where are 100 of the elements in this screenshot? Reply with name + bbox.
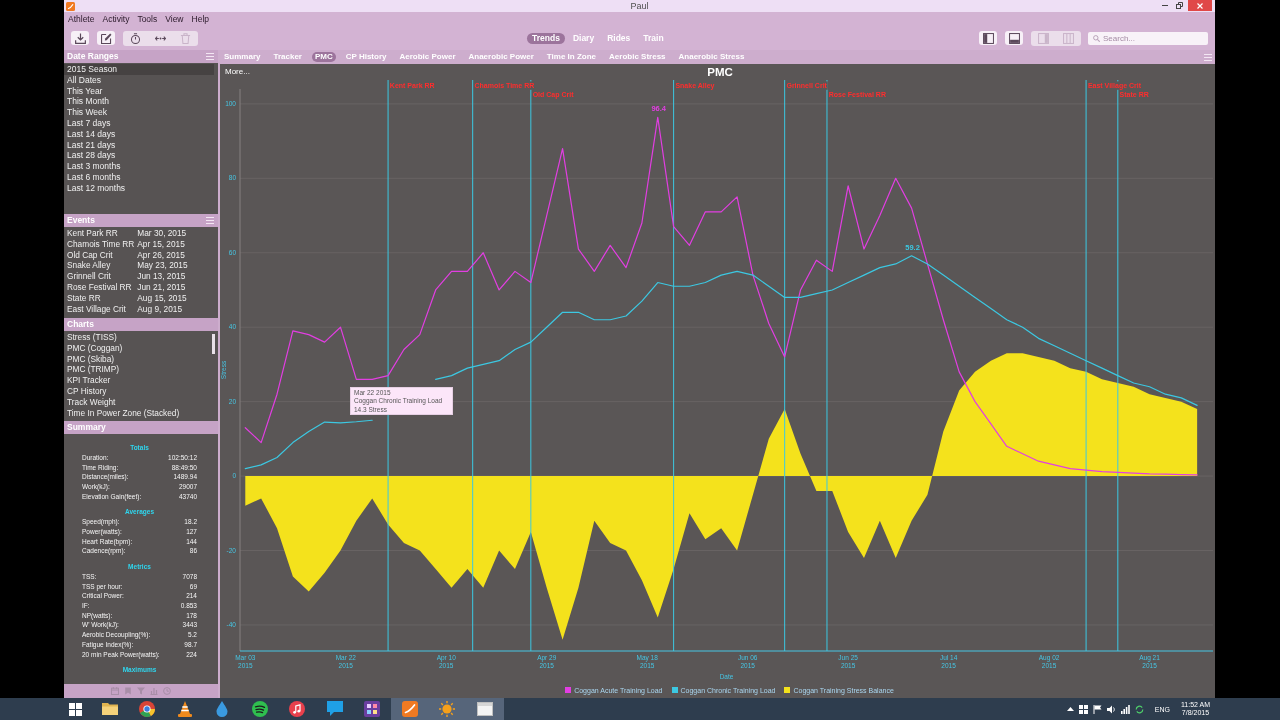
clock-icon [163, 687, 171, 695]
chart-list-item[interactable]: PMC (Skiba) [67, 353, 115, 365]
chart-list-item[interactable]: Track Weight [67, 396, 116, 408]
close-icon [1197, 2, 1203, 9]
edit-button[interactable] [97, 31, 115, 45]
event-date: Mar 30, 2015 [137, 228, 188, 239]
caret-up-icon [1066, 707, 1074, 711]
event-date: Apr 15, 2015 [137, 238, 186, 250]
flag-icon [1092, 704, 1102, 714]
app-icon [66, 1, 75, 11]
menu-item[interactable]: Athlete [64, 13, 99, 25]
date-range-item[interactable]: Last 12 months [64, 182, 214, 194]
four-panes-icon [69, 702, 82, 716]
menu-icon [1204, 53, 1212, 61]
date-range-item[interactable]: This Week [64, 107, 214, 118]
chart-list-item[interactable]: CP History [67, 386, 107, 397]
chat-bubble-icon [326, 701, 343, 717]
signal-icon [1120, 704, 1130, 714]
search-icon [1093, 34, 1100, 42]
four-panes-button[interactable] [1078, 704, 1088, 714]
taskbar-button[interactable] [466, 698, 504, 720]
chart-list-item[interactable]: Time In Power Zone (Stacked) [67, 407, 180, 419]
event-date: May 23, 2015 [137, 260, 188, 272]
menu-icon [206, 217, 214, 224]
sync-icon [1134, 704, 1144, 714]
music-note-icon [289, 701, 306, 717]
date-range-item[interactable]: This Month [64, 96, 214, 108]
view-tab[interactable]: Trends [527, 32, 565, 44]
bottom-panel-button[interactable] [1005, 31, 1023, 45]
swoosh-icon [401, 701, 418, 717]
scrollbar[interactable] [212, 334, 215, 354]
event-date: Aug 9, 2015 [137, 303, 184, 315]
close-button[interactable] [1188, 0, 1212, 11]
event-name[interactable]: Kent Park RR [67, 228, 135, 239]
sun-icon [439, 701, 456, 717]
chart-title: PMC [707, 65, 733, 79]
bottom-panel-icon [1008, 32, 1020, 44]
section-title: Summary [67, 422, 106, 433]
menu-item[interactable]: Activity [98, 13, 134, 25]
event-name[interactable]: Old Cap Crit [67, 249, 135, 261]
date-range-item[interactable]: Last 3 months [64, 161, 214, 172]
event-name[interactable]: Chamois Time RR [67, 238, 135, 250]
speaker-button[interactable] [1106, 704, 1116, 714]
menu-item[interactable]: View [161, 13, 188, 25]
bar-chart-icon [150, 687, 158, 695]
search-field[interactable]: Search... [1088, 31, 1208, 45]
event-date: Aug 15, 2015 [137, 292, 188, 304]
swatch-icon [671, 687, 678, 693]
more-link[interactable]: More... [225, 67, 250, 77]
chart-list-item[interactable]: Stress (TISS) [67, 332, 117, 343]
window-icon [476, 701, 493, 717]
restore-icon [1175, 2, 1183, 9]
event-name[interactable]: East Village Crit [67, 303, 135, 315]
window-title: Paul [630, 0, 649, 12]
menu-icon [206, 53, 214, 60]
date-range-item[interactable]: This Year [64, 85, 214, 97]
bookmark-icon [124, 687, 132, 695]
signal-button[interactable] [1120, 704, 1130, 714]
chart-tab[interactable]: PMC [311, 52, 336, 62]
event-name[interactable]: Grinnell Crit [67, 271, 135, 282]
four-panes-icon [1078, 704, 1088, 714]
app-grid-icon [364, 701, 381, 717]
calendar-icon [111, 687, 119, 695]
swatch-icon [784, 687, 791, 693]
chart-list-item[interactable]: KPI Tracker [67, 375, 111, 386]
menu-item[interactable]: Help [187, 13, 213, 25]
speaker-icon [1106, 704, 1116, 714]
event-name[interactable]: State RR [67, 292, 135, 304]
date-range-item[interactable]: Last 14 days [64, 128, 214, 140]
left-panel-button[interactable] [979, 31, 997, 45]
event-name[interactable]: Snake Alley [67, 260, 135, 272]
event-date: Apr 26, 2015 [137, 249, 186, 261]
download-icon [74, 32, 86, 44]
sound-waves-icon [251, 701, 268, 717]
sync-button[interactable] [1134, 704, 1144, 714]
traffic-cone-icon [176, 701, 193, 717]
date-range-item[interactable]: Last 6 months [64, 171, 214, 183]
date-range-item[interactable]: All Dates [64, 74, 214, 86]
date-range-item[interactable]: 2015 Season [64, 64, 214, 75]
trash-icon [180, 32, 191, 44]
chart-list-item[interactable]: PMC (TRIMP) [67, 364, 120, 376]
taskbar-button[interactable] [391, 698, 429, 720]
flag-button[interactable] [1092, 704, 1102, 714]
stopwatch-icon [130, 32, 141, 44]
ring-icon [139, 701, 156, 717]
minimize-icon [1162, 5, 1168, 6]
download-button[interactable] [71, 31, 89, 45]
caret-up-button[interactable] [1066, 707, 1074, 711]
columns-icon [1063, 32, 1074, 44]
date-range-item[interactable]: Last 21 days [64, 139, 214, 151]
date-range-item[interactable]: Last 28 days [64, 150, 214, 162]
right-panel-icon [1038, 32, 1049, 44]
left-panel-icon [982, 32, 994, 44]
section-title: Date Ranges [67, 51, 119, 62]
event-name[interactable]: Rose Festival RR [67, 282, 135, 293]
date-range-item[interactable]: Last 7 days [64, 118, 214, 129]
section-title: Charts [67, 319, 94, 330]
chart-list-item[interactable]: PMC (Coggan) [67, 342, 123, 354]
event-date: Jun 13, 2015 [137, 271, 187, 282]
menu-item[interactable]: Tools [133, 13, 162, 25]
